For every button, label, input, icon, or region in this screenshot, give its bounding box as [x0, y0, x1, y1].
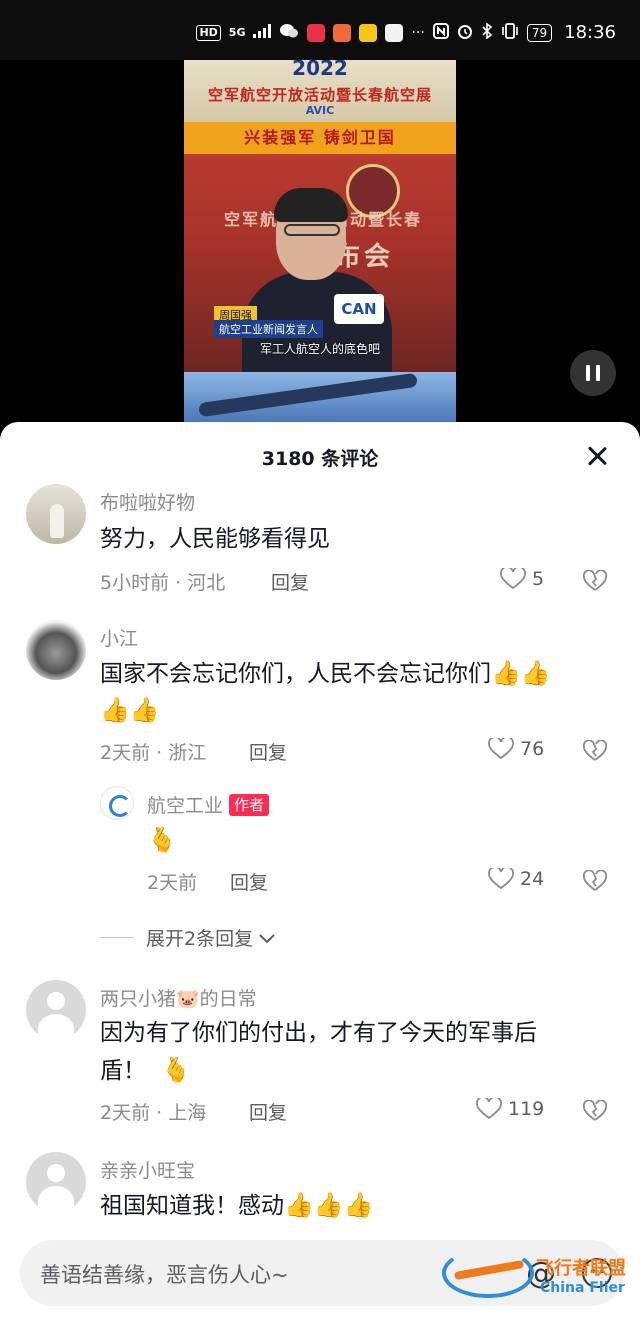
hd-icon: HD [196, 24, 221, 41]
microphone-logo: CAN [334, 294, 384, 324]
avatar[interactable] [26, 980, 86, 1040]
video-aircraft-shot [184, 372, 456, 422]
comments-count-title: 3180 条评论 [261, 448, 379, 470]
like-count: 24 [520, 868, 545, 890]
comment-input-placeholder: 善语结善缘，恶言伤人心~ [40, 1263, 289, 1287]
comment-text-line: 祖国知道我！感动 [100, 1193, 284, 1219]
thumbs-up-emoji: 👍👍 [100, 696, 160, 724]
app-orange-icon [333, 23, 352, 42]
dislike-icon[interactable] [583, 740, 607, 762]
reply-time: 2天前 [147, 872, 198, 894]
comment-input-bar: 善语结善缘，恶言伤人心~ @ 飞行者联盟 China Flier [0, 1228, 640, 1320]
video-banner: 2022 空军航空开放活动暨长春航空展 AVIC [184, 60, 456, 122]
video-caption: 军工人航空人的底色吧 [259, 342, 380, 356]
thumbs-up-emoji: 👍👍👍 [284, 1191, 374, 1219]
like-count: 119 [508, 1098, 545, 1120]
close-icon[interactable] [582, 442, 612, 472]
reply-text: 🫰 [147, 826, 177, 854]
dislike-icon[interactable] [583, 870, 607, 892]
author-avatar[interactable] [100, 786, 134, 820]
reply-button[interactable]: 回复 [249, 738, 287, 765]
signal-icon [253, 23, 272, 42]
more-icon: ··· [411, 24, 425, 41]
comment-input[interactable]: 善语结善缘，恶言伤人心~ @ [20, 1240, 624, 1306]
banner-slogan: 兴装强军 铸剑卫国 [184, 122, 456, 154]
comment-text-line: 盾！ [100, 1058, 146, 1084]
comment-text-line: 国家不会忘记你们，人民不会忘记你们 [100, 661, 491, 687]
reply-author[interactable]: 航空工业 作者 [147, 791, 270, 818]
reply-button[interactable]: 回复 [249, 1098, 287, 1125]
comment-text-line: 因为有了你们的付出，才有了今天的军事后 [100, 1020, 537, 1046]
comment-author[interactable]: 布啦啦好物 [100, 488, 195, 515]
clock: 18:36 [564, 22, 616, 43]
avatar[interactable] [26, 620, 86, 680]
status-bar: HD 5G ··· 79 18:36 [0, 0, 640, 60]
mention-icon[interactable]: @ [526, 1256, 556, 1291]
comment-time-location: 2天前 · 上海 [100, 1102, 207, 1124]
like-count: 76 [520, 738, 545, 760]
comment-text: 祖国知道我！感动👍👍👍 [100, 1187, 374, 1225]
comment-text: 国家不会忘记你们，人民不会忘记你们👍👍 [100, 655, 620, 693]
comment-text-line: 盾！ 🫰 [100, 1052, 191, 1090]
like-button[interactable]: 76 [488, 738, 544, 760]
comment-author[interactable]: 小江 [100, 624, 138, 651]
vibrate-icon [501, 22, 519, 43]
speaker-hair [274, 188, 348, 222]
author-badge: 作者 [229, 794, 270, 816]
reply-button[interactable]: 回复 [271, 568, 309, 595]
reply-button[interactable]: 回复 [230, 868, 268, 895]
heart-icon [476, 1098, 502, 1120]
comment-author[interactable]: 两只小猪🐷的日常 [100, 984, 257, 1011]
heart-icon [488, 868, 514, 890]
comment-time-location: 2天前 · 浙江 [100, 742, 207, 764]
emoji-icon[interactable] [582, 1258, 612, 1288]
speaker-role-tag: 航空工业新闻发言人 [214, 320, 323, 338]
heart-icon [500, 568, 526, 590]
chevron-down-icon [259, 933, 275, 943]
avatar[interactable] [26, 1152, 86, 1212]
avic-logo: AVIC [305, 104, 335, 117]
heart-icon [488, 738, 514, 760]
avatar[interactable] [26, 484, 86, 544]
expand-divider [100, 937, 134, 938]
video-player[interactable]: 2022 空军航空开放活动暨长春航空展 AVIC 兴装强军 铸剑卫国 空军航空开… [0, 60, 640, 430]
app-book-icon [385, 23, 404, 42]
finger-heart-emoji: 🫰 [161, 1056, 192, 1084]
network-label: 5G [228, 26, 246, 39]
weibo-icon [359, 23, 378, 42]
aircraft-silhouette [198, 372, 418, 418]
banner-year: 2022 [292, 60, 348, 80]
banner-title: 空军航空开放活动暨长春航空展 [207, 86, 432, 104]
dislike-icon[interactable] [583, 1100, 607, 1122]
video-frame: 2022 空军航空开放活动暨长春航空展 AVIC 兴装强军 铸剑卫国 空军航空开… [184, 60, 456, 422]
comments-sheet: 3180 条评论 布啦啦好物 努力，人民能够看得见 5小时前 · 河北 回复 5… [0, 422, 640, 1320]
comment-time-location: 5小时前 · 河北 [100, 572, 226, 594]
like-button[interactable]: 24 [488, 868, 544, 890]
expand-label: 展开2条回复 [146, 928, 254, 950]
battery-icon: 79 [526, 23, 553, 42]
expand-replies-button[interactable]: 展开2条回复 [100, 924, 277, 951]
like-count: 5 [532, 568, 545, 590]
pause-button[interactable] [570, 350, 616, 396]
like-button[interactable]: 5 [500, 568, 544, 590]
video-photo: 空军航空开放活动暨长春 发布会 CAN 周国强 航空工业新闻发言人 军工人航空人… [184, 154, 456, 372]
bluetooth-icon [481, 21, 493, 43]
reply-author-name: 航空工业 [147, 795, 224, 817]
alarm-icon [457, 23, 473, 43]
dislike-icon[interactable] [583, 570, 607, 592]
comment-text: 努力，人民能够看得见 [100, 526, 330, 552]
like-button[interactable]: 119 [476, 1098, 544, 1120]
app-red-icon [307, 23, 326, 42]
nfc-icon [432, 22, 449, 43]
wechat-icon [279, 23, 299, 43]
speaker-glasses [284, 224, 340, 236]
thumbs-up-emoji: 👍👍 [491, 659, 551, 687]
comment-author[interactable]: 亲亲小旺宝 [100, 1156, 195, 1183]
